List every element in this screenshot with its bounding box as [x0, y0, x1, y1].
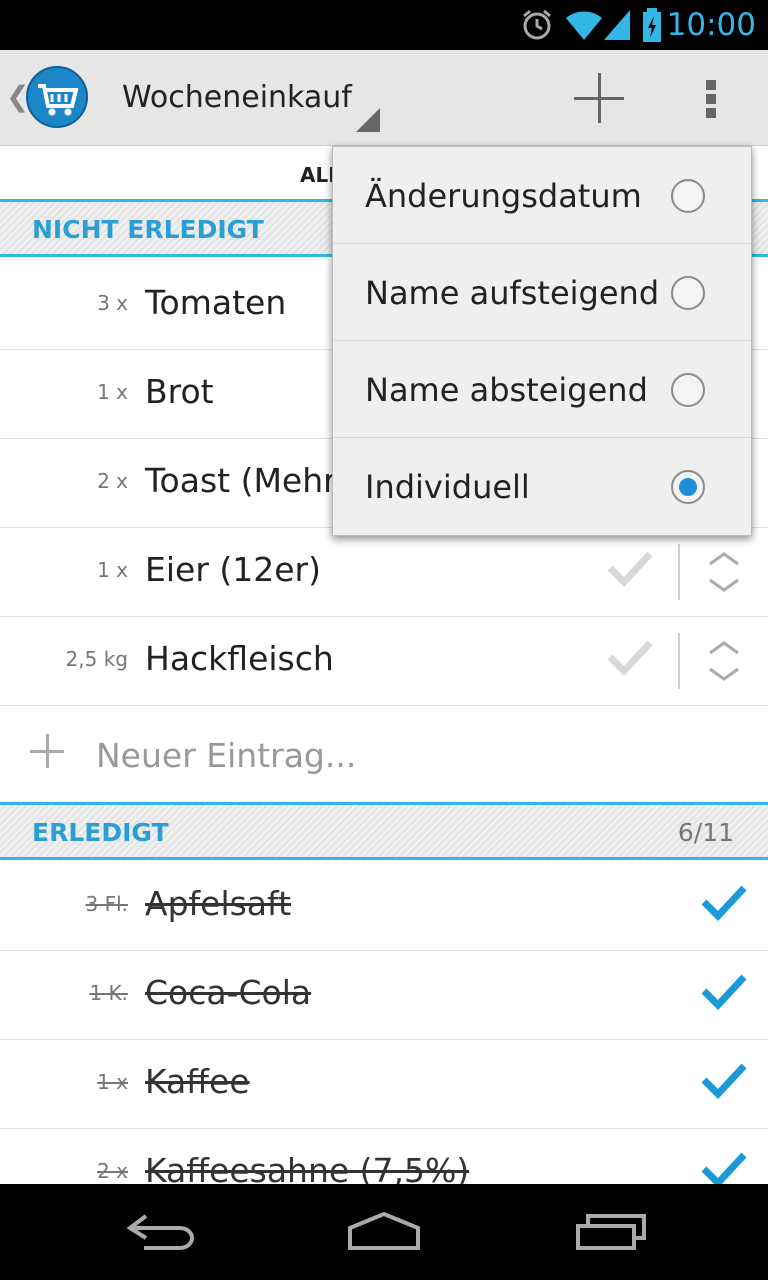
- radio-button[interactable]: [671, 179, 705, 213]
- item-quantity: 2 x: [97, 1159, 128, 1183]
- sort-option[interactable]: Änderungsdatum: [333, 147, 751, 244]
- action-bar: ❮ Wocheneinkauf: [0, 50, 768, 146]
- done-count: 6/11: [677, 818, 734, 847]
- battery-icon: [643, 8, 661, 42]
- item-name: Apfelsaft: [145, 884, 292, 923]
- sort-dropdown-menu: Änderungsdatum Name aufsteigend Name abste…: [332, 146, 752, 536]
- check-icon[interactable]: [606, 637, 662, 683]
- section-title: NICHT ERLEDIGT: [32, 215, 264, 244]
- item-quantity: 3 x: [97, 291, 128, 315]
- item-quantity: 2 x: [97, 469, 128, 493]
- clock: 10:00: [666, 7, 756, 43]
- navigation-bar: [0, 1184, 768, 1280]
- overflow-menu-icon[interactable]: [704, 80, 718, 120]
- item-name: Tomaten: [145, 283, 287, 322]
- list-item[interactable]: 3 Fl. Apfelsaft: [0, 862, 768, 951]
- item-name: Eier (12er): [145, 550, 321, 589]
- list-item[interactable]: 1 x Eier (12er): [0, 528, 768, 617]
- section-title: ERLEDIGT: [32, 818, 169, 847]
- radio-button[interactable]: [671, 373, 705, 407]
- list-item[interactable]: 1 K. Coca-Cola: [0, 951, 768, 1040]
- wifi-icon: [566, 11, 602, 40]
- check-icon[interactable]: [606, 548, 662, 594]
- list-title-spinner[interactable]: Wocheneinkauf: [122, 80, 352, 115]
- signal-icon: [604, 10, 630, 40]
- drag-handle-icon[interactable]: [704, 635, 748, 689]
- item-quantity: 1 x: [97, 558, 128, 582]
- item-quantity: 3 Fl.: [85, 892, 129, 916]
- sort-option-label: Name aufsteigend: [365, 274, 660, 312]
- list-item[interactable]: 2,5 kg Hackfleisch: [0, 617, 768, 706]
- new-entry-row[interactable]: Neuer Eintrag...: [0, 706, 768, 802]
- checked-icon[interactable]: [700, 1060, 756, 1106]
- sort-option-label: Änderungsdatum: [365, 177, 642, 215]
- item-name: Coca-Cola: [145, 973, 312, 1012]
- radio-button[interactable]: [671, 276, 705, 310]
- item-quantity: 2,5 kg: [65, 647, 128, 671]
- sort-option-label: Name absteigend: [365, 371, 648, 409]
- item-quantity: 1 K.: [89, 981, 128, 1005]
- sort-option-label: Individuell: [365, 468, 530, 506]
- status-bar: 10:00: [0, 0, 768, 50]
- add-icon[interactable]: [574, 73, 626, 125]
- shopping-cart-logo-icon[interactable]: [26, 66, 88, 128]
- sort-option[interactable]: Name absteigend: [333, 341, 751, 438]
- section-header-done: ERLEDIGT 6/11: [0, 802, 768, 860]
- item-name: Kaffee: [145, 1062, 250, 1101]
- checked-icon[interactable]: [700, 882, 756, 928]
- radio-button[interactable]: [671, 470, 705, 504]
- item-name: Brot: [145, 372, 214, 411]
- new-entry-input[interactable]: Neuer Eintrag...: [96, 736, 356, 775]
- home-nav-icon[interactable]: [344, 1210, 424, 1254]
- spinner-triangle-icon: [356, 108, 380, 132]
- item-quantity: 1 x: [97, 1070, 128, 1094]
- sort-option[interactable]: Name aufsteigend: [333, 244, 751, 341]
- plus-icon: [30, 734, 66, 770]
- divider: [678, 633, 680, 689]
- item-name: Toast (Mehr: [145, 461, 337, 500]
- item-quantity: 1 x: [97, 380, 128, 404]
- alarm-icon: [523, 9, 551, 40]
- checked-icon[interactable]: [700, 971, 756, 1017]
- list-item[interactable]: 1 x Kaffee: [0, 1040, 768, 1129]
- recent-apps-nav-icon[interactable]: [574, 1210, 654, 1254]
- back-nav-icon[interactable]: [122, 1210, 202, 1254]
- drag-handle-icon[interactable]: [704, 546, 748, 600]
- sort-option[interactable]: Individuell: [333, 438, 751, 535]
- item-name: Hackfleisch: [145, 639, 334, 678]
- divider: [678, 544, 680, 600]
